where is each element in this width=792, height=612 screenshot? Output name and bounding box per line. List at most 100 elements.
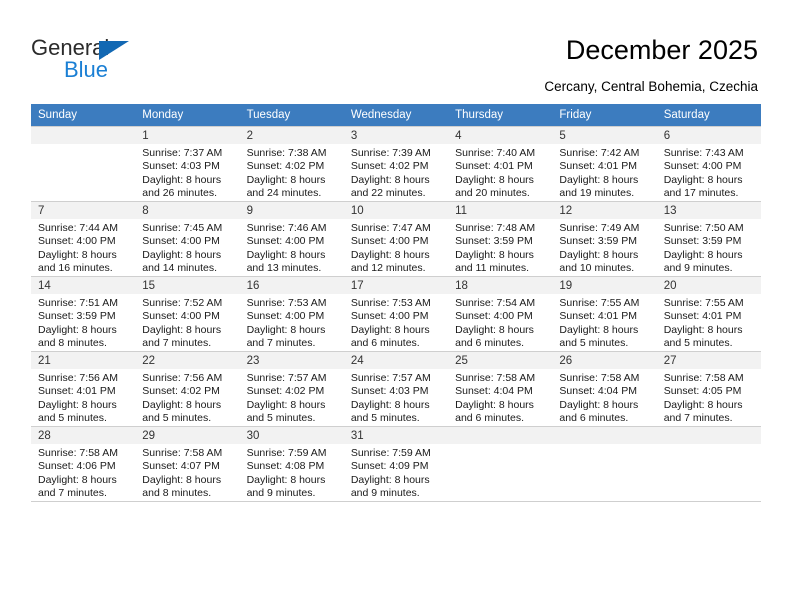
day-cell-inner xyxy=(448,427,553,501)
daylight-text-line1: Daylight: 8 hours xyxy=(455,248,534,261)
daylight-text-line1: Daylight: 8 hours xyxy=(38,473,117,486)
calendar-day-cell[interactable]: 15 Sunrise: 7:52 AM Sunset: 4:00 PM Dayligh… xyxy=(135,276,240,352)
daylight-text-line2: and 9 minutes. xyxy=(246,487,316,500)
day-details: Sunrise: 7:37 AM Sunset: 4:03 PM Daylight:… xyxy=(135,144,239,201)
daylight-text-line2: and 7 minutes. xyxy=(38,487,107,500)
day-cell-inner: 24 Sunrise: 7:57 AM Sunset: 4:03 PM Dayligh… xyxy=(343,352,449,426)
day-number: 6 xyxy=(656,127,761,144)
sunrise-text: Sunrise: 7:44 AM xyxy=(38,222,118,234)
day-details: Sunrise: 7:52 AM Sunset: 4:00 PM Daylight:… xyxy=(135,294,239,351)
daylight-text-line1: Daylight: 8 hours xyxy=(38,323,117,336)
daylight-text-line1: Daylight: 8 hours xyxy=(246,473,326,486)
day-cell-inner: 5 Sunrise: 7:42 AM Sunset: 4:01 PM Daylight… xyxy=(552,127,657,201)
sunset-text: Sunset: 4:00 PM xyxy=(350,235,429,248)
calendar-day-cell[interactable]: 17 Sunrise: 7:53 AM Sunset: 4:00 PM Dayligh… xyxy=(343,276,449,352)
calendar-day-cell[interactable]: 31 Sunrise: 7:59 AM Sunset: 4:09 PM Dayligh… xyxy=(343,426,449,502)
calendar-day-cell[interactable]: 2 Sunrise: 7:38 AM Sunset: 4:02 PM Daylight… xyxy=(239,126,344,202)
day-details: Sunrise: 7:42 AM Sunset: 4:01 PM Daylight:… xyxy=(552,144,656,201)
daylight-text-line2: and 5 minutes. xyxy=(246,412,316,425)
calendar-day-cell[interactable]: 13 Sunrise: 7:50 AM Sunset: 3:59 PM Dayligh… xyxy=(656,201,761,277)
daylight-text-line1: Daylight: 8 hours xyxy=(559,173,639,186)
calendar-day-cell[interactable]: 8 Sunrise: 7:45 AM Sunset: 4:00 PM Daylight… xyxy=(135,201,240,277)
sunrise-text: Sunrise: 7:57 AM xyxy=(350,372,431,384)
daylight-text-line1: Daylight: 8 hours xyxy=(142,248,222,261)
calendar-day-cell[interactable]: 11 Sunrise: 7:48 AM Sunset: 3:59 PM Dayligh… xyxy=(448,201,553,277)
calendar-day-cell[interactable]: 23 Sunrise: 7:57 AM Sunset: 4:02 PM Dayligh… xyxy=(239,351,344,427)
daylight-text-line1: Daylight: 8 hours xyxy=(559,323,639,336)
calendar-day-cell[interactable]: 25 Sunrise: 7:58 AM Sunset: 4:04 PM Dayligh… xyxy=(448,351,553,427)
calendar-day-cell[interactable]: 21 Sunrise: 7:56 AM Sunset: 4:01 PM Dayligh… xyxy=(31,351,136,427)
daylight-text-line2: and 7 minutes. xyxy=(246,337,316,350)
sunset-text: Sunset: 4:00 PM xyxy=(455,310,533,323)
sunset-text: Sunset: 4:00 PM xyxy=(246,235,325,248)
calendar-day-cell[interactable]: 28 Sunrise: 7:58 AM Sunset: 4:06 PM Dayligh… xyxy=(31,426,136,502)
day-cell-inner: 6 Sunrise: 7:43 AM Sunset: 4:00 PM Daylight… xyxy=(656,127,761,201)
calendar-day-cell[interactable]: 19 Sunrise: 7:55 AM Sunset: 4:01 PM Dayligh… xyxy=(552,276,657,352)
day-details: Sunrise: 7:39 AM Sunset: 4:02 PM Daylight:… xyxy=(344,144,448,201)
day-details: Sunrise: 7:45 AM Sunset: 4:00 PM Daylight:… xyxy=(135,219,239,276)
sunrise-text: Sunrise: 7:53 AM xyxy=(246,297,327,309)
daylight-text-line1: Daylight: 8 hours xyxy=(142,173,222,186)
calendar-day-cell[interactable]: 16 Sunrise: 7:53 AM Sunset: 4:00 PM Dayligh… xyxy=(239,276,344,352)
sunset-text: Sunset: 4:03 PM xyxy=(142,160,220,173)
calendar-empty-cell xyxy=(552,426,657,502)
sunset-text: Sunset: 4:00 PM xyxy=(142,235,220,248)
weekday-header-sunday: Sunday xyxy=(31,104,136,127)
day-number: 17 xyxy=(343,277,449,294)
calendar-day-cell[interactable]: 10 Sunrise: 7:47 AM Sunset: 4:00 PM Dayligh… xyxy=(343,201,449,277)
calendar-day-cell[interactable]: 5 Sunrise: 7:42 AM Sunset: 4:01 PM Daylight… xyxy=(552,126,657,202)
generalblue-logo[interactable]: General Blue xyxy=(31,36,211,82)
calendar-day-cell[interactable]: 20 Sunrise: 7:55 AM Sunset: 4:01 PM Dayligh… xyxy=(656,276,761,352)
day-number: 8 xyxy=(135,202,240,219)
calendar-day-cell[interactable]: 14 Sunrise: 7:51 AM Sunset: 3:59 PM Dayligh… xyxy=(31,276,136,352)
page-title: December 2025 xyxy=(565,35,758,65)
daylight-text-line1: Daylight: 8 hours xyxy=(142,398,222,411)
day-number: 31 xyxy=(343,427,449,444)
calendar-day-cell[interactable]: 18 Sunrise: 7:54 AM Sunset: 4:00 PM Dayligh… xyxy=(448,276,553,352)
calendar-day-cell[interactable]: 22 Sunrise: 7:56 AM Sunset: 4:02 PM Dayligh… xyxy=(135,351,240,427)
sunset-text: Sunset: 4:01 PM xyxy=(38,385,116,398)
day-details: Sunrise: 7:46 AM Sunset: 4:00 PM Daylight:… xyxy=(240,219,344,276)
calendar-day-cell[interactable]: 30 Sunrise: 7:59 AM Sunset: 4:08 PM Dayligh… xyxy=(239,426,344,502)
daylight-text-line1: Daylight: 8 hours xyxy=(38,248,117,261)
daylight-text-line2: and 5 minutes. xyxy=(350,412,420,425)
daylight-text-line1: Daylight: 8 hours xyxy=(663,248,743,261)
day-number: 5 xyxy=(552,127,657,144)
daylight-text-line2: and 5 minutes. xyxy=(142,412,212,425)
day-cell-inner xyxy=(31,127,136,201)
day-number: 4 xyxy=(448,127,553,144)
daylight-text-line1: Daylight: 8 hours xyxy=(142,473,222,486)
sunrise-text: Sunrise: 7:58 AM xyxy=(559,372,640,384)
calendar-week-row: 14 Sunrise: 7:51 AM Sunset: 3:59 PM Dayligh… xyxy=(31,276,761,352)
calendar-week-row: 1 Sunrise: 7:37 AM Sunset: 4:03 PM Daylight… xyxy=(31,126,761,202)
sunset-text: Sunset: 4:04 PM xyxy=(559,385,638,398)
day-details: Sunrise: 7:56 AM Sunset: 4:01 PM Daylight:… xyxy=(31,369,135,426)
calendar-day-cell[interactable]: 9 Sunrise: 7:46 AM Sunset: 4:00 PM Daylight… xyxy=(239,201,344,277)
calendar-day-cell[interactable]: 6 Sunrise: 7:43 AM Sunset: 4:00 PM Daylight… xyxy=(656,126,761,202)
day-number: 27 xyxy=(656,352,761,369)
sunrise-text: Sunrise: 7:55 AM xyxy=(663,297,744,309)
day-number xyxy=(552,427,657,444)
calendar-day-cell[interactable]: 24 Sunrise: 7:57 AM Sunset: 4:03 PM Dayligh… xyxy=(343,351,449,427)
calendar-day-cell[interactable]: 7 Sunrise: 7:44 AM Sunset: 4:00 PM Daylight… xyxy=(31,201,136,277)
daylight-text-line2: and 7 minutes. xyxy=(142,337,212,350)
calendar-day-cell[interactable]: 1 Sunrise: 7:37 AM Sunset: 4:03 PM Daylight… xyxy=(135,126,240,202)
sunrise-text: Sunrise: 7:51 AM xyxy=(38,297,118,309)
calendar-day-cell[interactable]: 3 Sunrise: 7:39 AM Sunset: 4:02 PM Daylight… xyxy=(343,126,449,202)
day-number: 18 xyxy=(448,277,553,294)
sunrise-text: Sunrise: 7:57 AM xyxy=(246,372,327,384)
calendar-day-cell[interactable]: 12 Sunrise: 7:49 AM Sunset: 3:59 PM Dayligh… xyxy=(552,201,657,277)
calendar-day-cell[interactable]: 4 Sunrise: 7:40 AM Sunset: 4:01 PM Daylight… xyxy=(448,126,553,202)
calendar-day-cell[interactable]: 27 Sunrise: 7:58 AM Sunset: 4:05 PM Dayligh… xyxy=(656,351,761,427)
page-subtitle: Cercany, Central Bohemia, Czechia xyxy=(544,79,758,94)
calendar-empty-cell xyxy=(31,126,136,202)
daylight-text-line2: and 20 minutes. xyxy=(455,187,530,200)
weekday-header-friday: Friday xyxy=(552,104,657,127)
day-number: 9 xyxy=(239,202,344,219)
daylight-text-line2: and 19 minutes. xyxy=(559,187,635,200)
day-details: Sunrise: 7:50 AM Sunset: 3:59 PM Daylight:… xyxy=(657,219,761,276)
calendar-day-cell[interactable]: 26 Sunrise: 7:58 AM Sunset: 4:04 PM Dayligh… xyxy=(552,351,657,427)
calendar-day-cell[interactable]: 29 Sunrise: 7:58 AM Sunset: 4:07 PM Dayligh… xyxy=(135,426,240,502)
sunrise-text: Sunrise: 7:39 AM xyxy=(350,147,431,159)
sunset-text: Sunset: 4:01 PM xyxy=(559,160,638,173)
